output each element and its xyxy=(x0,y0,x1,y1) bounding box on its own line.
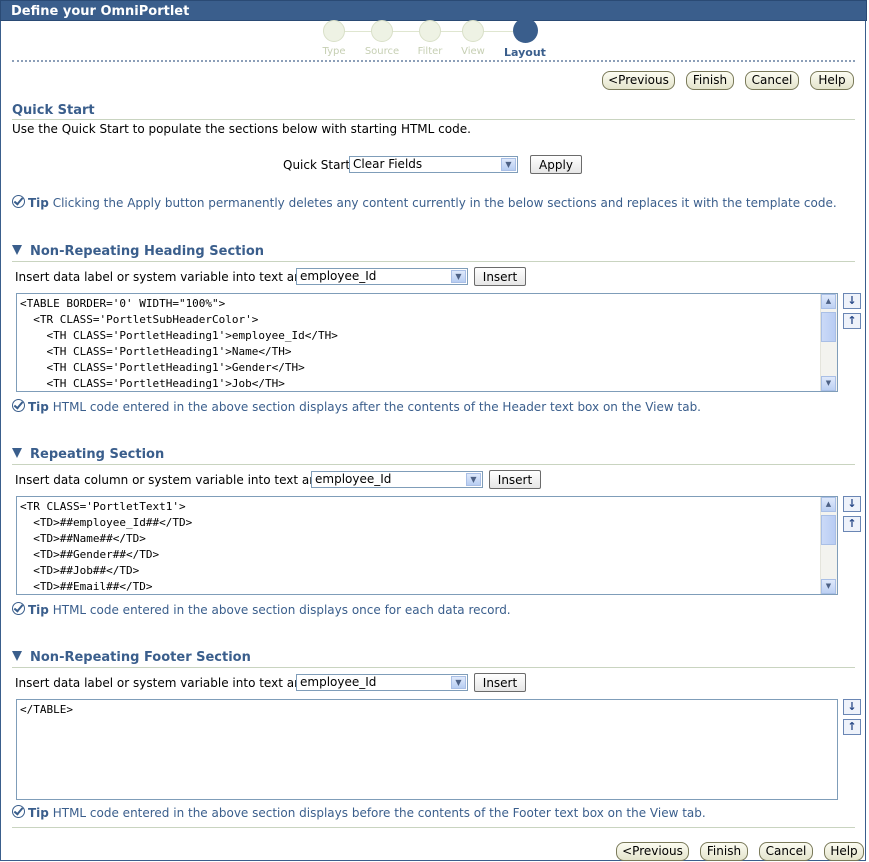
scroll-up-icon[interactable]: ▲ xyxy=(821,294,836,309)
arrow-down-icon[interactable]: ↓ xyxy=(843,293,861,309)
footer-insert-label: Insert data label or system variable int… xyxy=(15,676,318,690)
cancel-button[interactable]: Cancel xyxy=(745,71,799,90)
step-label: Layout xyxy=(504,46,546,59)
chevron-down-icon[interactable]: ▼ xyxy=(501,158,516,171)
footer-code-textarea[interactable]: </TABLE> xyxy=(16,699,838,800)
heading-rule xyxy=(12,667,855,668)
previous-button[interactable]: <Previous xyxy=(616,842,689,861)
arrow-up-icon[interactable]: ↑ xyxy=(843,516,861,532)
scroll-thumb[interactable] xyxy=(821,312,836,342)
help-button[interactable]: Help xyxy=(824,842,864,861)
step-dot xyxy=(371,20,393,42)
arrow-up-icon[interactable]: ↑ xyxy=(843,313,861,329)
heading-insert-label: Insert data label or system variable int… xyxy=(15,270,318,284)
step-filter: Filter xyxy=(408,20,452,57)
tip-text: HTML code entered in the above section d… xyxy=(52,400,701,414)
heading-insert-select[interactable]: employee_Id ▼ xyxy=(296,268,468,285)
scroll-up-icon[interactable]: ▲ xyxy=(821,497,836,512)
repeating-tip: Tip HTML code entered in the above secti… xyxy=(12,602,511,617)
triangle-down-icon[interactable] xyxy=(12,448,22,458)
step-label: Type xyxy=(322,46,346,57)
footer-tip: Tip HTML code entered in the above secti… xyxy=(12,805,706,820)
triangle-down-icon[interactable] xyxy=(12,245,22,255)
quick-start-selected: Clear Fields xyxy=(353,157,423,171)
help-button[interactable]: Help xyxy=(810,71,854,90)
scroll-down-icon[interactable]: ▼ xyxy=(821,579,836,594)
scroll-down-icon[interactable]: ▼ xyxy=(821,376,836,391)
step-source: Source xyxy=(360,20,404,57)
step-dot-active xyxy=(512,18,538,43)
tip-label: Tip xyxy=(28,806,49,820)
quick-start-description: Use the Quick Start to populate the sect… xyxy=(12,122,471,136)
footer-section-label: Non-Repeating Footer Section xyxy=(30,650,251,665)
divider xyxy=(12,60,855,62)
repeating-section-title[interactable]: Repeating Section xyxy=(12,447,164,462)
heading-code-textarea[interactable]: <TABLE BORDER='0' WIDTH="100%"> <TR CLAS… xyxy=(16,293,838,392)
scroll-thumb[interactable] xyxy=(821,515,836,545)
tip-label: Tip xyxy=(28,603,49,617)
step-label: Source xyxy=(364,46,400,57)
step-view: View xyxy=(451,20,495,57)
repeating-code-textarea[interactable]: <TR CLASS='PortletText1'> <TD>##employee… xyxy=(16,496,838,595)
step-dot xyxy=(419,20,441,42)
step-label: Filter xyxy=(417,46,443,57)
heading-tip: Tip HTML code entered in the above secti… xyxy=(12,399,701,414)
checkmark-circle-icon xyxy=(12,805,25,818)
step-dot xyxy=(462,20,484,42)
finish-button[interactable]: Finish xyxy=(700,842,748,861)
arrow-down-icon[interactable]: ↓ xyxy=(843,496,861,512)
footer-code: </TABLE> xyxy=(20,703,73,716)
heading-insert-selected: employee_Id xyxy=(300,269,377,283)
repeating-insert-button[interactable]: Insert xyxy=(489,470,541,489)
tip-text: Clicking the Apply button permanently de… xyxy=(52,196,837,210)
scrollbar[interactable]: ▲ ▼ xyxy=(820,294,837,391)
quick-start-tip: Tip Clicking the Apply button permanentl… xyxy=(12,195,837,210)
footer-section-title[interactable]: Non-Repeating Footer Section xyxy=(12,650,251,665)
heading-rule xyxy=(12,119,855,120)
checkmark-circle-icon xyxy=(12,602,25,615)
step-dot xyxy=(323,20,345,42)
repeating-code: <TR CLASS='PortletText1'> <TD>##employee… xyxy=(20,500,193,593)
chevron-down-icon[interactable]: ▼ xyxy=(451,270,466,283)
finish-button[interactable]: Finish xyxy=(686,71,734,90)
heading-rule xyxy=(12,464,855,465)
footer-insert-button[interactable]: Insert xyxy=(474,673,526,692)
heading-rule xyxy=(12,261,855,262)
footer-insert-select[interactable]: employee_Id ▼ xyxy=(296,674,468,691)
triangle-down-icon[interactable] xyxy=(12,651,22,661)
checkmark-circle-icon xyxy=(12,399,25,412)
apply-button[interactable]: Apply xyxy=(530,155,582,174)
repeating-insert-selected: employee_Id xyxy=(315,472,392,486)
tip-label: Tip xyxy=(28,400,49,414)
heading-insert-button[interactable]: Insert xyxy=(474,267,526,286)
repeating-insert-label: Insert data column or system variable in… xyxy=(15,473,333,487)
scrollbar[interactable]: ▲ ▼ xyxy=(820,497,837,594)
bottom-rule xyxy=(12,827,855,828)
heading-section-label: Non-Repeating Heading Section xyxy=(30,244,264,259)
quick-start-heading: Quick Start xyxy=(12,103,95,118)
step-label: View xyxy=(461,46,485,57)
quick-start-label: Quick Start xyxy=(283,158,351,172)
step-layout: Layout xyxy=(503,18,547,59)
quick-start-select[interactable]: Clear Fields ▼ xyxy=(349,156,518,173)
step-train: Type Source Filter View Layout xyxy=(320,18,550,60)
window-title: Define your OmniPortlet xyxy=(0,0,867,21)
step-type: Type xyxy=(312,20,356,57)
cancel-button[interactable]: Cancel xyxy=(759,842,813,861)
arrow-up-icon[interactable]: ↑ xyxy=(843,719,861,735)
tip-text: HTML code entered in the above section d… xyxy=(52,603,511,617)
repeating-section-label: Repeating Section xyxy=(30,447,165,462)
previous-button[interactable]: <Previous xyxy=(602,71,675,90)
tip-text: HTML code entered in the above section d… xyxy=(52,806,706,820)
chevron-down-icon[interactable]: ▼ xyxy=(451,676,466,689)
heading-section-title[interactable]: Non-Repeating Heading Section xyxy=(12,244,264,259)
checkmark-circle-icon xyxy=(12,195,25,208)
footer-insert-selected: employee_Id xyxy=(300,675,377,689)
repeating-insert-select[interactable]: employee_Id ▼ xyxy=(311,471,483,488)
arrow-down-icon[interactable]: ↓ xyxy=(843,699,861,715)
chevron-down-icon[interactable]: ▼ xyxy=(466,473,481,486)
tip-label: Tip xyxy=(28,196,49,210)
heading-code: <TABLE BORDER='0' WIDTH="100%"> <TR CLAS… xyxy=(20,297,338,390)
